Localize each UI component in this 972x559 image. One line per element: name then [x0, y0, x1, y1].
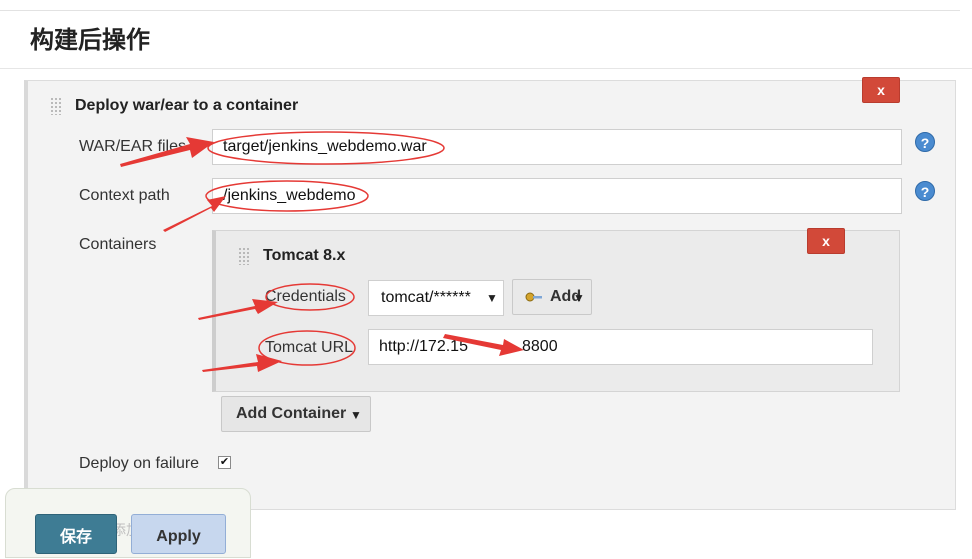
annotation-arrow-url-redact [443, 334, 524, 356]
annotation-arrow-context [163, 196, 226, 232]
annotation-ellipse-credentials [265, 283, 355, 311]
annotation-arrow-war [120, 137, 214, 167]
save-button[interactable]: 保存 [35, 514, 117, 554]
annotation-overlay [120, 131, 524, 372]
annotation-ellipse-war [207, 131, 445, 165]
apply-button[interactable]: Apply [131, 514, 226, 554]
annotation-arrow-url [202, 354, 282, 372]
annotation-arrow-credentials [198, 299, 278, 320]
annotation-ellipse-context [205, 180, 369, 212]
